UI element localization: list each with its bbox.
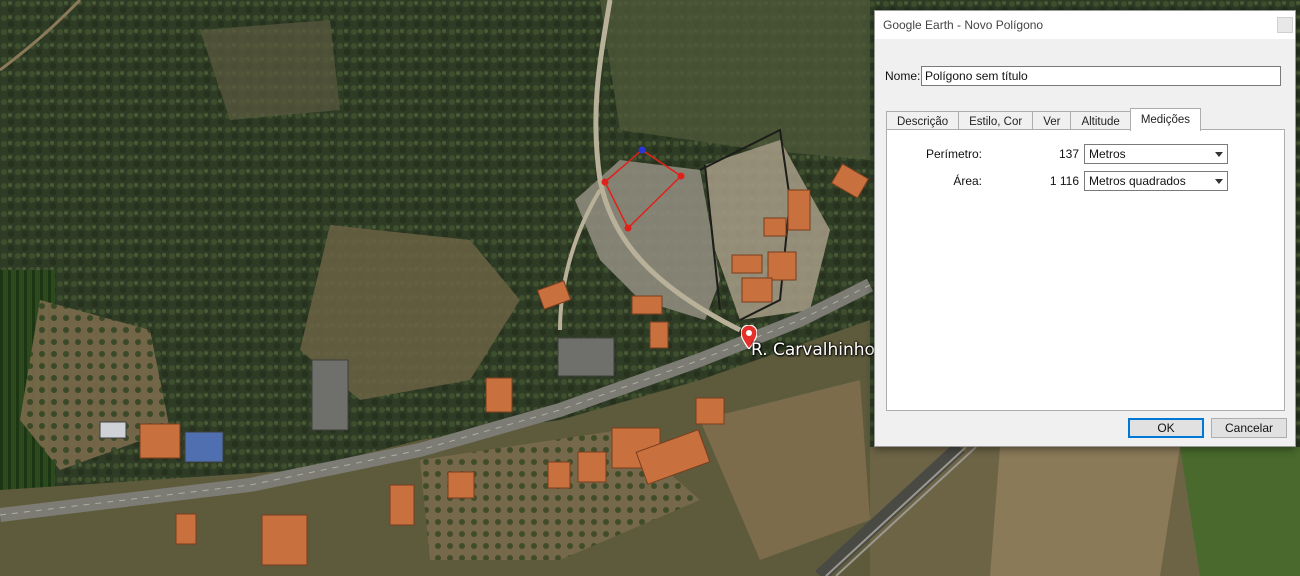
ok-button[interactable]: OK <box>1128 418 1204 438</box>
tab-descricao[interactable]: Descrição <box>886 111 960 131</box>
name-row: Nome: <box>885 66 1281 86</box>
tab-estilo-cor[interactable]: Estilo, Cor <box>958 111 1034 131</box>
tab-bar: Descrição Estilo, Cor Ver Altitude Mediç… <box>886 108 1202 131</box>
name-label: Nome: <box>885 69 921 83</box>
new-polygon-dialog: Google Earth - Novo Polígono Nome: Descr… <box>874 10 1296 447</box>
dialog-titlebar[interactable]: Google Earth - Novo Polígono <box>875 11 1295 39</box>
tab-ver[interactable]: Ver <box>1032 111 1072 131</box>
chevron-down-icon <box>1215 178 1223 184</box>
chevron-down-icon <box>1215 151 1223 157</box>
street-label: R. Carvalhinho <box>751 340 875 360</box>
name-input[interactable] <box>921 66 1281 86</box>
tab-altitude[interactable]: Altitude <box>1070 111 1131 131</box>
perimeter-label: Perímetro: <box>925 147 982 161</box>
close-icon[interactable] <box>1277 17 1293 33</box>
area-row: Área: 1 116 Metros quadrados <box>887 171 1228 191</box>
cancel-button[interactable]: Cancelar <box>1211 418 1287 438</box>
area-unit-value: Metros quadrados <box>1089 174 1186 188</box>
measurements-panel: Perímetro: 137 Metros Área: 1 116 Metros… <box>886 129 1285 411</box>
perimeter-row: Perímetro: 137 Metros <box>887 144 1228 164</box>
area-value: 1 116 <box>1049 174 1079 188</box>
perimeter-unit-select[interactable]: Metros <box>1084 144 1228 164</box>
perimeter-value: 137 <box>1058 147 1079 161</box>
perimeter-unit-value: Metros <box>1089 147 1126 161</box>
area-label: Área: <box>953 174 982 188</box>
area-unit-select[interactable]: Metros quadrados <box>1084 171 1228 191</box>
tab-medicoes[interactable]: Medições <box>1129 108 1202 131</box>
dialog-title: Google Earth - Novo Polígono <box>883 18 1044 32</box>
